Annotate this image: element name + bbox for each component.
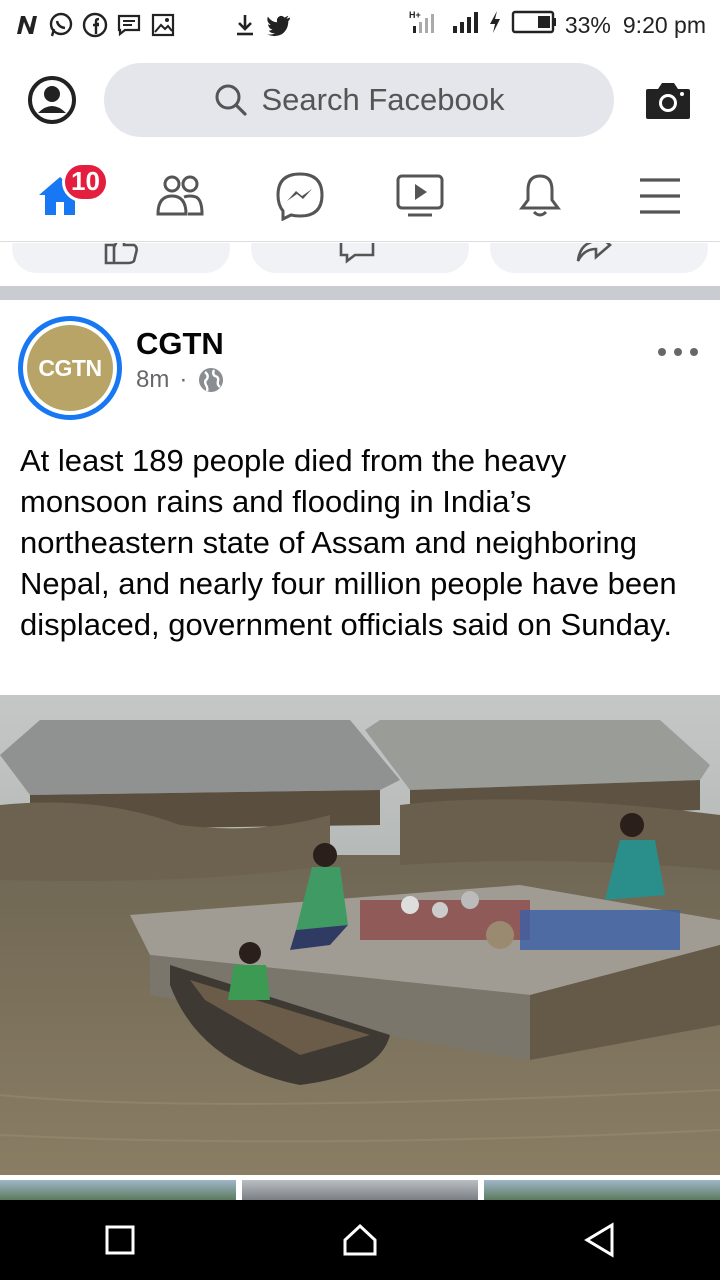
post-photo[interactable] <box>0 695 720 1175</box>
previous-post-actions <box>0 243 720 283</box>
svg-text:H+: H+ <box>409 10 421 20</box>
tab-home[interactable]: 10 <box>10 156 110 236</box>
camera-icon <box>646 83 690 119</box>
comment-icon <box>339 243 375 264</box>
system-nav-bar <box>0 1200 720 1280</box>
post-text: At least 189 people died from the heavy … <box>20 443 677 642</box>
tab-messenger[interactable] <box>250 156 350 236</box>
home-notification-badge: 10 <box>62 161 109 202</box>
share-button[interactable] <box>490 243 708 273</box>
charging-icon <box>487 9 503 41</box>
whatsapp-icon <box>48 12 74 38</box>
dot-icon <box>658 348 666 356</box>
post-options-button[interactable] <box>658 340 698 364</box>
tab-menu[interactable] <box>610 156 710 236</box>
photo-thumbnail[interactable] <box>484 1180 720 1200</box>
messenger-icon <box>276 171 324 221</box>
notifications-icon <box>519 173 561 216</box>
battery-percent: 33% <box>564 11 611 38</box>
clock: 9:20 pm <box>622 11 706 38</box>
like-button[interactable] <box>12 243 230 273</box>
n-icon <box>14 12 40 38</box>
facebook-icon <box>82 12 108 38</box>
post-time[interactable]: 8m <box>136 366 169 394</box>
page-avatar[interactable]: CGTN <box>18 316 122 420</box>
tab-notifications[interactable] <box>490 156 590 236</box>
photo-thumbnail[interactable] <box>0 1180 236 1200</box>
home-outline-icon <box>343 1223 377 1256</box>
message-icon <box>116 12 142 38</box>
signal-icon <box>451 9 479 41</box>
back-icon <box>584 1222 614 1258</box>
back-button[interactable] <box>570 1210 630 1270</box>
share-icon <box>576 243 612 262</box>
dot-icon <box>674 348 682 356</box>
menu-icon <box>640 177 680 214</box>
post-meta: 8m · <box>136 366 225 394</box>
battery-icon <box>511 10 557 40</box>
network-icon: H+ <box>409 9 443 41</box>
gallery-icon <box>150 12 176 38</box>
comment-button[interactable] <box>251 243 469 273</box>
profile-icon <box>28 76 76 124</box>
watch-icon <box>396 174 444 216</box>
status-left-icons <box>14 12 292 38</box>
feed-separator <box>0 286 720 300</box>
more-photos-row <box>0 1180 720 1200</box>
search-input[interactable]: Search Facebook <box>104 63 614 137</box>
cgtn-logo: CGTN <box>27 325 113 411</box>
dot-icon <box>690 348 698 356</box>
profile-button[interactable] <box>22 70 82 130</box>
twitter-icon <box>266 12 292 38</box>
feed-post: CGTN CGTN 8m · At least 189 people died … <box>0 300 720 695</box>
home-nav-button[interactable] <box>330 1210 390 1270</box>
post-header: CGTN CGTN 8m · <box>0 300 720 420</box>
status-right: H+ 33% 9:20 pm <box>409 9 706 41</box>
download-icon <box>232 12 258 38</box>
tab-friends[interactable] <box>130 156 230 236</box>
page-name[interactable]: CGTN <box>136 326 224 362</box>
search-icon <box>215 84 247 116</box>
status-bar: H+ 33% 9:20 pm <box>0 0 720 50</box>
meta-separator: · <box>179 366 188 393</box>
globe-icon <box>199 368 224 392</box>
square-icon <box>105 1225 135 1255</box>
recent-apps-button[interactable] <box>90 1210 150 1270</box>
photo-thumbnail[interactable] <box>242 1180 478 1200</box>
camera-button[interactable] <box>640 72 696 128</box>
app-header: Search Facebook <box>0 50 720 150</box>
search-placeholder: Search Facebook <box>261 82 505 117</box>
tab-bar: 10 <box>0 150 720 242</box>
tab-watch[interactable] <box>370 156 470 236</box>
flood-photo-illustration <box>0 695 720 1175</box>
like-icon <box>104 243 138 265</box>
friends-icon <box>156 175 204 215</box>
